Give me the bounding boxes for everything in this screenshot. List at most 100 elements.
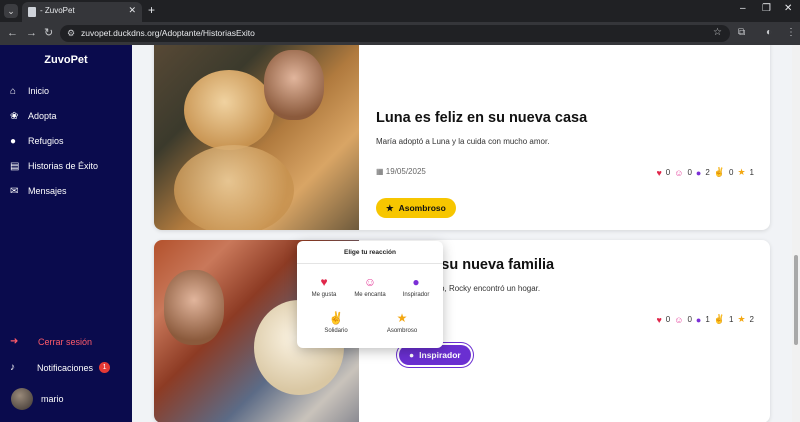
reaction-option-label: Me encanta	[354, 292, 386, 298]
star-icon: ★	[386, 202, 394, 213]
user-profile[interactable]: mario	[11, 388, 64, 410]
page-favicon-icon	[28, 7, 36, 17]
star-icon: ★	[737, 167, 746, 177]
location-pin-icon: ●	[10, 135, 17, 147]
calendar-icon: ▦	[376, 167, 384, 176]
close-window-icon[interactable]: ✕	[784, 3, 792, 14]
close-tab-icon[interactable]: ✕	[128, 5, 136, 16]
bookmark-star-icon[interactable]: ☆	[713, 27, 722, 38]
count-inspirador: 1	[705, 315, 710, 324]
count-me-gusta: 0	[665, 168, 671, 177]
sidebar-item-historias[interactable]: ▤ Historias de Éxito	[10, 158, 98, 174]
tab-search-icon[interactable]: ⌄	[4, 4, 18, 18]
star-icon: ★	[396, 311, 408, 325]
handshake-icon: ✌	[713, 167, 726, 177]
chat-icon: ✉	[10, 185, 19, 197]
sidebar-item-label: Refugios	[28, 136, 64, 146]
count-solidario: 0	[729, 168, 734, 177]
lightbulb-icon: ●	[695, 167, 702, 178]
person-shape	[264, 50, 324, 120]
scrollbar-thumb[interactable]	[794, 255, 798, 345]
user-name: mario	[41, 394, 64, 404]
reaction-option-label: Solidario	[324, 328, 348, 334]
count-asombroso: 2	[749, 315, 754, 324]
reaction-button[interactable]: ★ Asombroso	[376, 198, 456, 218]
restore-icon[interactable]: ❐	[762, 3, 771, 14]
count-me-encanta: 0	[687, 315, 692, 324]
story-title: Luna es feliz en su nueva casa	[376, 110, 588, 126]
logout-icon: ➜	[10, 336, 19, 347]
count-inspirador: 2	[705, 168, 710, 177]
notifications-count-badge: 1	[99, 362, 111, 373]
heart-icon: ♥	[320, 275, 328, 289]
story-date-text: 19/05/2025	[385, 167, 426, 176]
notifications-button[interactable]: ♪ Notificaciones 1	[10, 362, 111, 373]
back-icon[interactable]: ←	[7, 26, 18, 40]
site-info-icon[interactable]: ⚙	[67, 28, 75, 39]
count-me-encanta: 0	[687, 168, 692, 177]
popover-title: Elige tu reacción	[343, 249, 397, 256]
divider	[297, 263, 443, 264]
forward-icon[interactable]: →	[26, 26, 37, 40]
logout-label: Cerrar sesión	[38, 336, 93, 347]
reaction-button-label: Asombroso	[398, 203, 446, 213]
reaction-option-me-encanta[interactable]: ☺ Me encanta	[346, 275, 394, 298]
sidebar-item-adopta[interactable]: ❀ Adopta	[10, 108, 57, 124]
smile-icon: ☺	[674, 314, 684, 325]
browser-tab-bar: ⌄ - ZuvoPet ✕ + – ❐ ✕	[0, 0, 800, 22]
minimize-icon[interactable]: –	[740, 3, 746, 14]
heart-icon: ♥	[656, 167, 662, 178]
logout-button[interactable]: ➜ Cerrar sesión	[10, 336, 92, 347]
star-icon: ★	[737, 314, 746, 324]
browser-toolbar: ← → ↻ ⚙ zuvopet.duckdns.org/Adoptante/Hi…	[0, 22, 800, 45]
home-icon: ⌂	[10, 85, 17, 97]
reaction-button-label: Inspirador	[419, 350, 461, 360]
address-bar[interactable]: ⚙ zuvopet.duckdns.org/Adoptante/Historia…	[60, 25, 730, 42]
sidebar-item-mensajes[interactable]: ✉ Mensajes	[10, 183, 67, 199]
sidebar-item-label: Mensajes	[28, 186, 67, 196]
handshake-icon: ✌	[713, 314, 726, 324]
browser-tab[interactable]: - ZuvoPet ✕	[22, 2, 142, 22]
person-shape	[164, 270, 224, 345]
extensions-icon[interactable]: ⧉	[738, 27, 745, 38]
lightbulb-icon: ●	[412, 275, 420, 289]
count-solidario: 1	[729, 315, 734, 324]
reaction-counts: ♥ 0 ☺ 0 ● 2 ✌ 0 ★ 1	[656, 167, 754, 178]
story-date: ▦ 19/05/2025	[376, 167, 426, 176]
page-scrollbar[interactable]	[792, 45, 800, 422]
reaction-option-label: Me gusta	[311, 292, 337, 298]
profile-icon[interactable]: ◐	[766, 27, 772, 38]
avatar	[11, 388, 33, 410]
brand-logo[interactable]: ZuvoPet	[0, 54, 132, 66]
reaction-option-asombroso[interactable]: ★ Asombroso	[378, 311, 426, 334]
dog-shape	[184, 70, 274, 150]
smile-icon: ☺	[363, 275, 377, 289]
reaction-picker-popover: Elige tu reacción ♥ Me gusta ☺ Me encant…	[297, 241, 443, 348]
reaction-option-label: Inspirador	[402, 292, 430, 298]
story-card: sfruta de su nueva familia ente fue rech…	[154, 240, 770, 422]
tab-title: - ZuvoPet	[40, 6, 75, 15]
main-content: Luna es feliz en su nueva casa María ado…	[132, 45, 792, 422]
reaction-button[interactable]: ● Inspirador	[399, 345, 471, 365]
sidebar-item-label: Inicio	[28, 86, 50, 96]
bell-icon: ♪	[10, 362, 15, 373]
reaction-counts: ♥ 0 ☺ 0 ● 1 ✌ 1 ★ 2	[656, 314, 754, 325]
reaction-option-inspirador[interactable]: ● Inspirador	[392, 275, 440, 298]
sidebar-item-label: Adopta	[28, 111, 57, 121]
paw-icon: ❀	[10, 110, 19, 122]
lightbulb-icon: ●	[695, 314, 702, 325]
count-me-gusta: 0	[665, 315, 671, 324]
reaction-option-solidario[interactable]: ✌ Solidario	[312, 311, 360, 334]
reaction-option-me-gusta[interactable]: ♥ Me gusta	[300, 275, 348, 298]
reload-icon[interactable]: ↻	[44, 26, 53, 40]
new-tab-icon[interactable]: +	[148, 3, 155, 17]
heart-icon: ♥	[656, 314, 662, 325]
url-text[interactable]: zuvopet.duckdns.org/Adoptante/HistoriasE…	[81, 28, 255, 38]
browser-menu-icon[interactable]: ⋮	[786, 27, 796, 38]
notifications-label: Notificaciones	[37, 362, 94, 373]
sidebar-item-label: Historias de Éxito	[28, 161, 99, 171]
sidebar: ZuvoPet ⌂ Inicio ❀ Adopta ● Refugios ▤ H…	[0, 45, 132, 422]
lightbulb-icon: ●	[409, 350, 415, 360]
sidebar-item-inicio[interactable]: ⌂ Inicio	[10, 83, 49, 99]
sidebar-item-refugios[interactable]: ● Refugios	[10, 133, 64, 149]
